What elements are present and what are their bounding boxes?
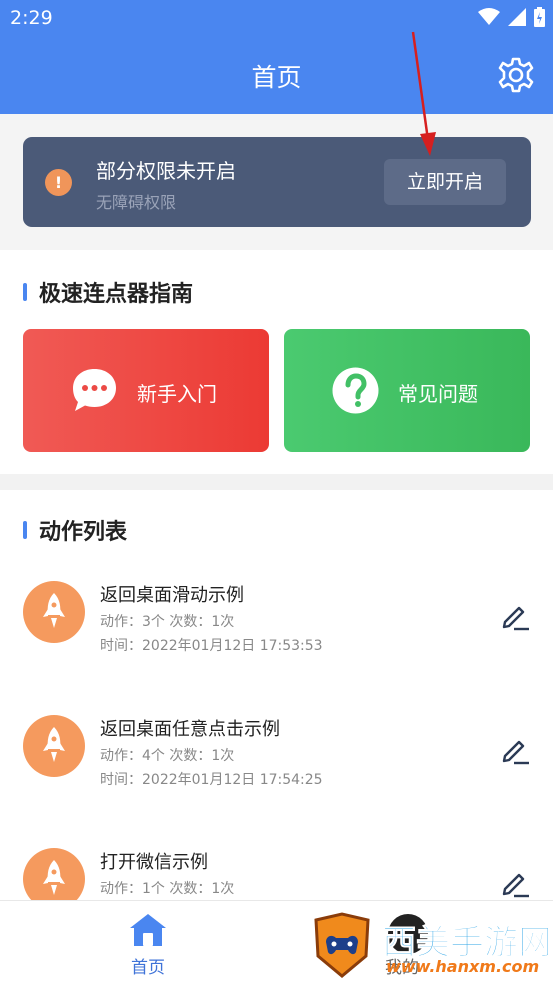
permission-title: 部分权限未开启 bbox=[96, 159, 236, 183]
permission-card: ! 部分权限未开启 无障碍权限 立即开启 bbox=[23, 137, 531, 227]
app-bar: 首页 bbox=[0, 38, 553, 114]
status-icons bbox=[478, 7, 545, 27]
guide-section: 极速连点器指南 新手入门 常见问题 bbox=[0, 250, 553, 474]
svg-text:www.hanxm.com: www.hanxm.com bbox=[386, 957, 539, 976]
chat-bubble-icon bbox=[73, 369, 116, 411]
action-list-section: 动作列表 返回桌面滑动示例 动作：3个 次数：1次 时间：2022年01月12日… bbox=[0, 490, 553, 910]
rocket-icon bbox=[43, 727, 65, 762]
wifi-icon bbox=[478, 8, 500, 25]
beginner-guide-card[interactable]: 新手入门 bbox=[23, 329, 269, 452]
tab-home[interactable]: 首页 bbox=[118, 913, 178, 978]
rocket-avatar bbox=[23, 581, 85, 643]
status-bar: 2:29 bbox=[0, 0, 553, 38]
battery-icon bbox=[534, 7, 545, 27]
action-name: 返回桌面滑动示例 bbox=[100, 585, 244, 606]
tab-home-label: 首页 bbox=[131, 958, 165, 978]
edit-icon[interactable] bbox=[500, 735, 530, 765]
signal-icon bbox=[508, 8, 526, 26]
action-name: 返回桌面任意点击示例 bbox=[100, 719, 280, 740]
page-title: 首页 bbox=[251, 63, 302, 92]
guide-title: 极速连点器指南 bbox=[23, 276, 193, 308]
rocket-icon bbox=[43, 593, 65, 628]
action-time: 时间：2022年01月12日 17:54:25 bbox=[100, 772, 323, 788]
gear-icon[interactable] bbox=[497, 56, 535, 94]
faq-label: 常见问题 bbox=[398, 382, 478, 406]
watermark-logo: 西美手游网 www.hanxm.com bbox=[314, 912, 553, 978]
permission-subtitle: 无障碍权限 bbox=[96, 193, 177, 212]
rocket-avatar bbox=[23, 715, 85, 777]
action-meta: 动作：4个 次数：1次 bbox=[100, 748, 235, 764]
warning-icon: ! bbox=[45, 169, 72, 196]
list-item[interactable]: 返回桌面滑动示例 动作：3个 次数：1次 时间：2022年01月12日 17:5… bbox=[0, 581, 553, 691]
action-meta: 动作：1个 次数：1次 bbox=[100, 881, 235, 897]
edit-icon[interactable] bbox=[500, 868, 530, 898]
beginner-guide-label: 新手入门 bbox=[137, 382, 217, 406]
action-name: 打开微信示例 bbox=[100, 852, 208, 873]
action-time: 时间：2022年01月12日 17:53:53 bbox=[100, 638, 323, 654]
action-meta: 动作：3个 次数：1次 bbox=[100, 614, 235, 630]
action-list-title: 动作列表 bbox=[23, 514, 127, 546]
status-time: 2:29 bbox=[10, 7, 53, 29]
permission-section: ! 部分权限未开启 无障碍权限 立即开启 bbox=[0, 114, 553, 250]
edit-icon[interactable] bbox=[500, 601, 530, 631]
question-icon bbox=[332, 367, 379, 414]
watermark: 西美手游网 www.hanxm.com bbox=[312, 912, 553, 984]
home-icon bbox=[130, 914, 166, 946]
faq-card[interactable]: 常见问题 bbox=[284, 329, 530, 452]
list-item[interactable]: 返回桌面任意点击示例 动作：4个 次数：1次 时间：2022年01月12日 17… bbox=[0, 715, 553, 825]
enable-now-button[interactable]: 立即开启 bbox=[384, 159, 506, 205]
